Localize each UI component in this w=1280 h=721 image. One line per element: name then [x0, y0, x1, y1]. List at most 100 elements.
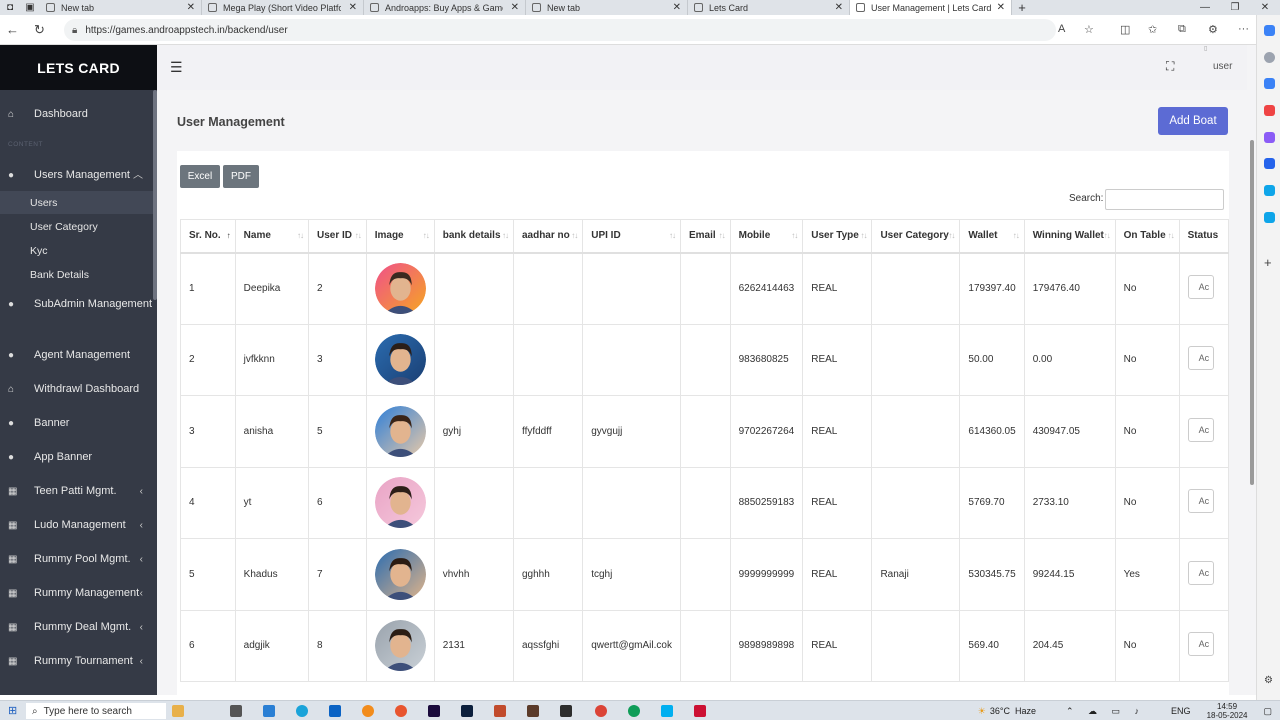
column-header[interactable]: UPI ID ↑↓ — [582, 219, 681, 254]
weather-text[interactable]: 36°C Haze — [990, 706, 1036, 716]
tools-icon[interactable] — [1264, 105, 1275, 116]
page-scrollbar[interactable] — [1247, 45, 1256, 695]
browser-tab-active[interactable]: User Management | Lets Card ✕ — [850, 0, 1012, 15]
after-effects-icon[interactable] — [428, 705, 440, 717]
column-header[interactable]: bank details ↑↓ — [433, 219, 514, 254]
column-header[interactable]: Email ↑↓ — [679, 219, 731, 254]
tab-close-icon[interactable]: ✕ — [835, 2, 843, 13]
column-header[interactable]: On Table ↑↓ — [1114, 219, 1180, 254]
favorite-star-icon[interactable]: ☆ — [1084, 23, 1094, 36]
sidebar-item-banner[interactable]: ● Banner — [8, 415, 153, 432]
restore-icon[interactable]: ❐ — [1220, 0, 1250, 15]
games-icon[interactable] — [1264, 132, 1275, 143]
column-header[interactable]: User Category ↑↓ — [871, 219, 961, 254]
status-action-button[interactable]: Ac — [1187, 489, 1214, 514]
sidebar-item-rummy-tournament[interactable]: ▦ Rummy Tournament ‹ — [8, 653, 153, 670]
url-field[interactable]: 🔒︎ https://games.androappstech.in/backen… — [64, 19, 1056, 41]
sidebar-item-rummy-management[interactable]: ▦ Rummy Management ‹ — [8, 585, 153, 602]
column-header[interactable]: Wallet ↑↓ — [959, 219, 1025, 254]
app-icon[interactable] — [494, 705, 506, 717]
windows-start-icon[interactable]: ⊞ — [8, 704, 17, 717]
column-header[interactable]: Mobile ↑↓ — [729, 219, 804, 254]
tab-close-icon[interactable]: ✕ — [997, 2, 1005, 13]
app-icon[interactable] — [527, 705, 539, 717]
app-icon[interactable] — [694, 705, 706, 717]
profile-icon[interactable]: ◘ — [0, 0, 20, 15]
extensions-icon[interactable]: ⚙ — [1208, 23, 1218, 36]
browser-tab[interactable]: Lets Card ✕ — [688, 0, 850, 15]
sidebar-item-withdrawl[interactable]: ⌂ Withdrawl Dashboard — [8, 381, 153, 398]
new-tab-button[interactable]: + — [1012, 0, 1032, 15]
column-header[interactable]: User Type ↑↓ — [802, 219, 873, 254]
search-input[interactable] — [1105, 189, 1224, 210]
language-indicator[interactable]: ENG — [1171, 706, 1191, 716]
sidebar-item-users-management[interactable]: ● Users Management ︿ — [8, 167, 153, 184]
column-header[interactable]: User ID ↑↓ — [307, 219, 367, 254]
browser-tab[interactable]: New tab ✕ — [40, 0, 202, 15]
taskbar-search[interactable]: ⌕ Type here to search — [26, 703, 166, 719]
telegram-icon[interactable] — [1264, 212, 1275, 223]
split-screen-icon[interactable]: ◫ — [1120, 23, 1130, 36]
tab-actions-icon[interactable]: ▣ — [20, 0, 40, 15]
status-action-button[interactable]: Ac — [1187, 417, 1214, 442]
store-icon[interactable] — [263, 705, 275, 717]
add-sidebar-app-icon[interactable]: + — [1264, 255, 1272, 270]
status-action-button[interactable]: Ac — [1187, 275, 1214, 299]
sidebar-settings-icon[interactable]: ⚙ — [1264, 675, 1273, 686]
copilot-icon[interactable] — [1264, 25, 1275, 36]
browser-tab[interactable]: Mega Play (Short Video Platform ✕ — [202, 0, 364, 15]
tab-close-icon[interactable]: ✕ — [673, 2, 681, 13]
minimize-icon[interactable]: — — [1190, 0, 1220, 15]
hamburger-menu-icon[interactable]: ☰ — [170, 59, 183, 76]
tray-icons[interactable]: ⌃ ☁ ▭ ♪ — [1066, 706, 1145, 717]
widgets-icon[interactable] — [172, 705, 184, 717]
sidebar-item-teen-patti[interactable]: ▦ Teen Patti Mgmt. ‹ — [8, 483, 153, 500]
favorites-icon[interactable]: ✩ — [1148, 23, 1157, 36]
column-header[interactable]: Status — [1178, 219, 1229, 254]
status-action-button[interactable]: Ac — [1187, 560, 1214, 585]
browser-tab[interactable]: Androapps: Buy Apps & Games S ✕ — [364, 0, 526, 15]
tab-close-icon[interactable]: ✕ — [187, 2, 195, 13]
sidebar-item-rummy-pool[interactable]: ▦ Rummy Pool Mgmt. ‹ — [8, 551, 153, 568]
collections-icon[interactable]: ⧉ — [1178, 23, 1186, 36]
sidebar-item-rummy-deal[interactable]: ▦ Rummy Deal Mgmt. ‹ — [8, 619, 153, 636]
task-view-icon[interactable] — [230, 705, 242, 717]
column-header[interactable]: Image ↑↓ — [365, 219, 435, 254]
read-aloud-icon[interactable]: A — [1058, 23, 1065, 35]
notifications-icon[interactable]: ▢ — [1263, 706, 1272, 717]
microsoft365-icon[interactable] — [1264, 158, 1275, 169]
sidebar-subitem-kyc[interactable]: Kyc — [30, 245, 48, 257]
app-icon[interactable] — [560, 705, 572, 717]
fullscreen-icon[interactable]: ⛶ — [1166, 59, 1174, 74]
photoshop-icon[interactable] — [461, 705, 473, 717]
sidebar-item-agent[interactable]: ● Agent Management — [8, 347, 153, 364]
tab-close-icon[interactable]: ✕ — [511, 2, 519, 13]
clock-time[interactable]: 14:59 — [1217, 702, 1237, 711]
edge-icon[interactable] — [296, 705, 308, 717]
outlook-icon[interactable] — [1264, 185, 1275, 196]
firefox-icon[interactable] — [395, 705, 407, 717]
sidebar-subitem-user-category[interactable]: User Category — [30, 221, 98, 233]
sidebar-item-app-banner[interactable]: ● App Banner — [8, 449, 153, 466]
sidebar-subitem-bank-details[interactable]: Bank Details — [30, 269, 89, 281]
window-close-icon[interactable]: ✕ — [1250, 0, 1280, 15]
excel-export-button[interactable]: Excel — [180, 165, 220, 188]
status-action-button[interactable]: Ac — [1187, 632, 1214, 657]
sidebar-item-dashboard[interactable]: ⌂ Dashboard — [8, 106, 153, 123]
column-header[interactable]: aadhar no ↑↓ — [512, 219, 584, 254]
column-header[interactable]: Name ↑↓ — [234, 219, 309, 254]
skype-icon[interactable] — [661, 705, 673, 717]
sidebar-subitem-users[interactable]: Users — [30, 197, 57, 209]
clock-date[interactable]: 18-05-2024 — [1207, 711, 1248, 720]
back-icon[interactable]: ← — [6, 22, 19, 37]
chrome-icon[interactable] — [595, 705, 607, 717]
user-avatar[interactable]: user — [1213, 61, 1232, 72]
search-icon[interactable] — [1264, 52, 1275, 63]
vlc-icon[interactable] — [362, 705, 374, 717]
column-header[interactable]: Winning Wallet ↑↓ — [1023, 219, 1116, 254]
tab-close-icon[interactable]: ✕ — [349, 2, 357, 13]
sidebar-item-subadmin[interactable]: ● SubAdmin Management — [8, 296, 153, 313]
pdf-export-button[interactable]: PDF — [223, 165, 259, 188]
more-menu-icon[interactable]: ··· — [1238, 23, 1249, 35]
column-header[interactable]: Sr. No. ↑ — [180, 219, 236, 254]
